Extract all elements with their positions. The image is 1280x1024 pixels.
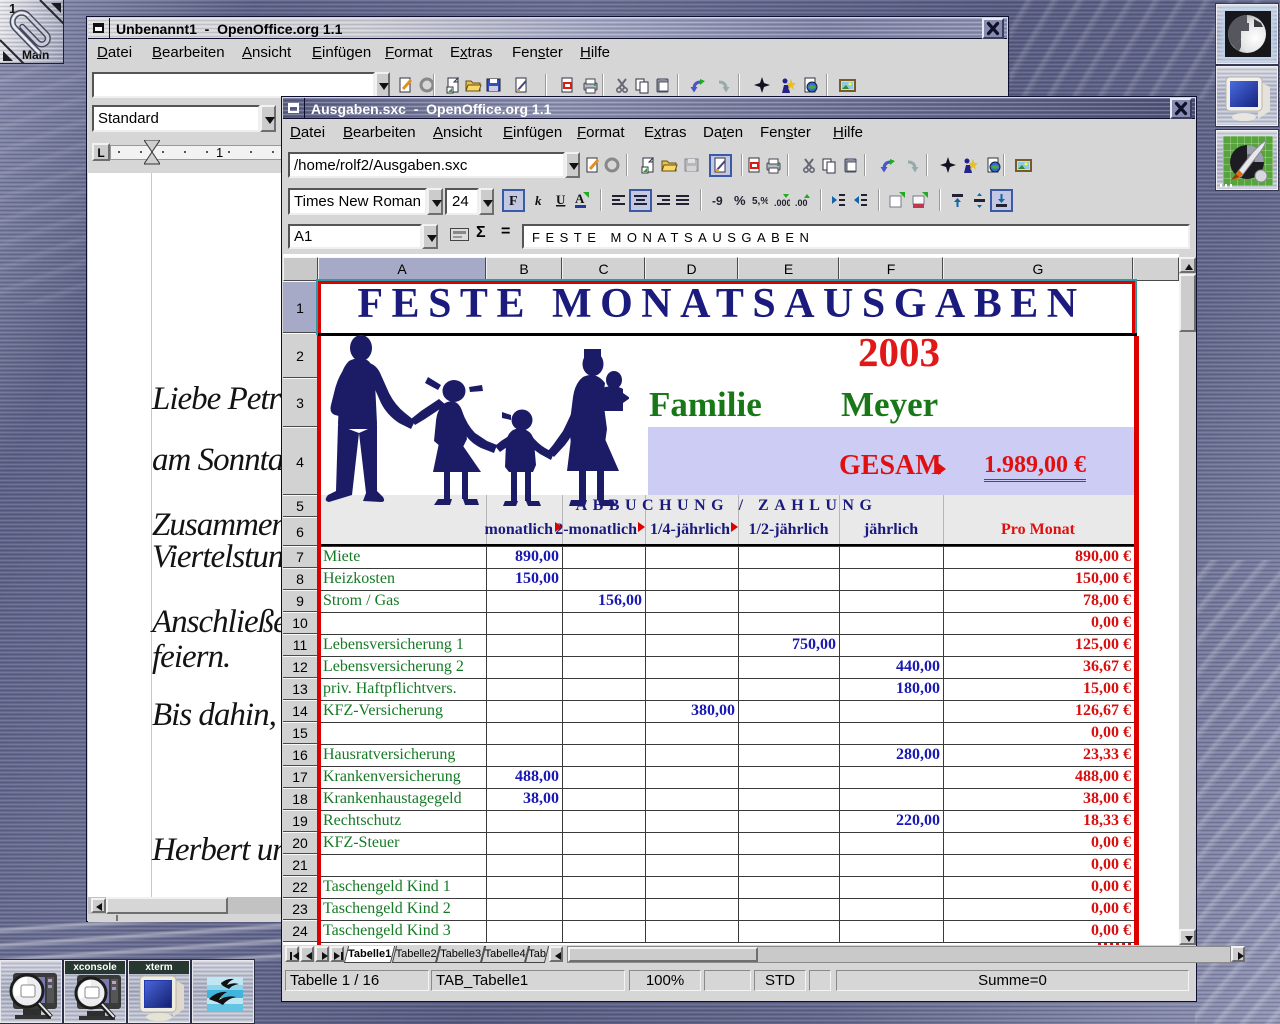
svg-text:5,%: 5,% (752, 196, 768, 207)
svg-text:A: A (575, 192, 585, 206)
svg-text:F: F (509, 194, 518, 209)
svg-text:-9: -9 (712, 194, 723, 208)
svg-text:.00: .00 (795, 198, 808, 208)
svg-text:.000: .000 (774, 198, 790, 208)
svg-text:k: k (535, 193, 542, 208)
svg-text:U: U (556, 192, 566, 207)
svg-text:%: % (734, 193, 746, 208)
